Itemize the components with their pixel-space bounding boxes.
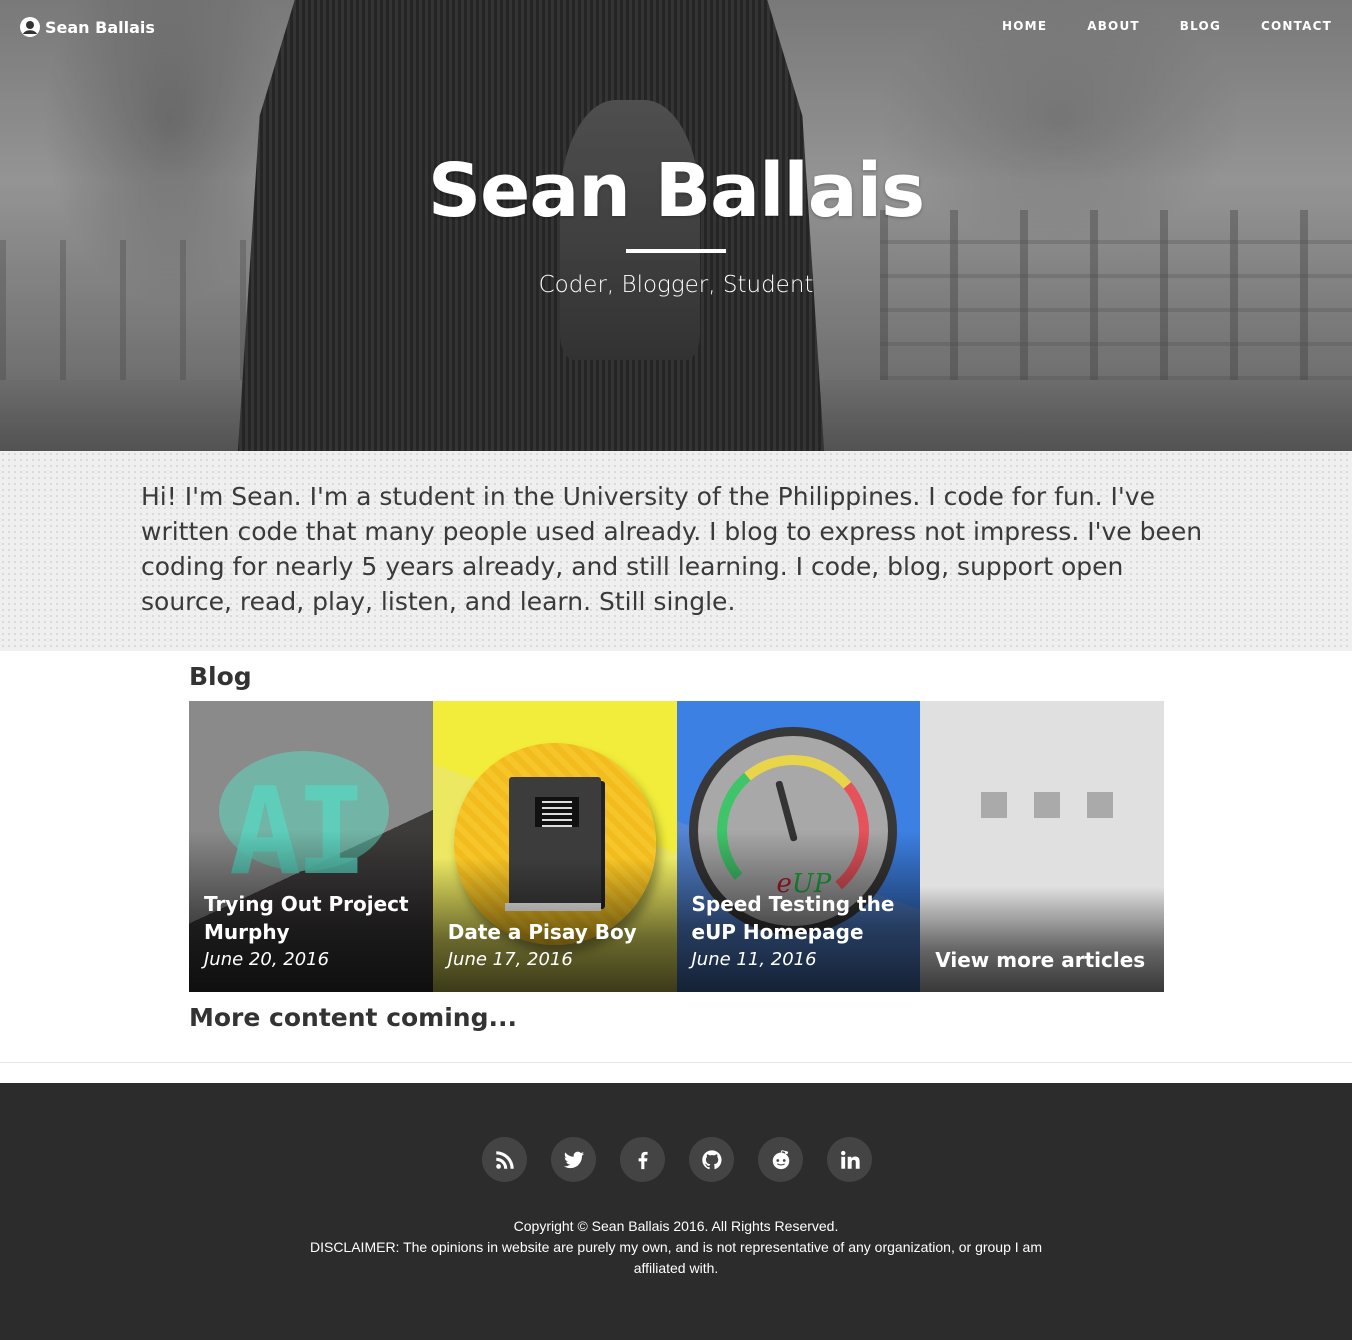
intro-text: Hi! I'm Sean. I'm a student in the Unive…: [141, 482, 1203, 616]
top-navbar: Sean Ballais HOME ABOUT BLOG CONTACT: [0, 0, 1352, 56]
reddit-link[interactable]: [758, 1137, 803, 1182]
section-divider: [0, 1062, 1352, 1063]
copyright-text: Copyright © Sean Ballais 2016. All Right…: [513, 1218, 839, 1234]
hero-banner: Sean Ballais HOME ABOUT BLOG CONTACT Sea…: [0, 0, 1352, 451]
footer-text: Copyright © Sean Ballais 2016. All Right…: [300, 1216, 1052, 1279]
card-title: Date a Pisay Boy: [447, 920, 637, 944]
blog-card-eup-speed[interactable]: eUP Speed Testing the eUP Homepage June …: [676, 701, 921, 992]
card-caption: Speed Testing the eUP Homepage June 11, …: [676, 830, 921, 992]
blog-cards: AI Trying Out Project Murphy June 20, 20…: [189, 701, 1164, 992]
facebook-link[interactable]: [620, 1137, 665, 1182]
linkedin-link[interactable]: [827, 1137, 872, 1182]
book-label: [534, 797, 579, 827]
ellipsis-icon: [981, 792, 1008, 818]
twitter-icon: [563, 1151, 584, 1168]
nav-menu: HOME ABOUT BLOG CONTACT: [1002, 19, 1332, 33]
card-date: June 20, 2016: [204, 949, 330, 970]
more-content-heading: More content coming...: [189, 1003, 517, 1032]
brand-link[interactable]: Sean Ballais: [20, 17, 155, 37]
reddit-icon: [772, 1149, 789, 1169]
hero-divider: [626, 249, 726, 253]
card-date: June 17, 2016: [447, 949, 573, 970]
hero-subtitle: Coder, Blogger, Student: [538, 272, 814, 298]
social-links: [482, 1137, 872, 1182]
avatar-icon: [20, 17, 40, 37]
nav-contact[interactable]: CONTACT: [1261, 19, 1332, 33]
ellipsis-icon: [1034, 792, 1061, 818]
nav-about[interactable]: ABOUT: [1087, 19, 1140, 33]
hero-title: Sean Ballais: [427, 148, 925, 234]
linkedin-icon: [840, 1150, 860, 1169]
intro-section: Hi! I'm Sean. I'm a student in the Unive…: [0, 451, 1352, 651]
card-title: Speed Testing the eUP Homepage: [691, 892, 895, 944]
card-caption: Trying Out Project Murphy June 20, 2016: [189, 830, 433, 992]
github-icon: [701, 1149, 722, 1169]
facebook-icon: [638, 1151, 648, 1169]
footer: Copyright © Sean Ballais 2016. All Right…: [0, 1083, 1352, 1340]
view-more-label: View more articles: [935, 948, 1146, 972]
disclaimer-text: DISCLAIMER: The opinions in website are …: [309, 1239, 1042, 1276]
github-link[interactable]: [689, 1137, 734, 1182]
rss-icon: [495, 1150, 514, 1169]
blog-card-pisay-boy[interactable]: Date a Pisay Boy June 17, 2016: [432, 701, 677, 992]
blog-card-project-murphy[interactable]: AI Trying Out Project Murphy June 20, 20…: [189, 701, 433, 992]
card-date: June 11, 2016: [691, 949, 817, 970]
nav-blog[interactable]: BLOG: [1180, 19, 1221, 33]
nav-home[interactable]: HOME: [1002, 19, 1047, 33]
card-title: Trying Out Project Murphy: [204, 892, 409, 944]
card-caption: View more articles: [920, 886, 1164, 992]
view-more-articles-card[interactable]: View more articles: [920, 701, 1164, 992]
twitter-link[interactable]: [551, 1137, 596, 1182]
blog-heading: Blog: [189, 662, 252, 691]
ellipsis-icon: [1087, 792, 1114, 818]
rss-link[interactable]: [482, 1137, 527, 1182]
card-caption: Date a Pisay Boy June 17, 2016: [432, 858, 677, 992]
brand-name: Sean Ballais: [45, 17, 155, 37]
